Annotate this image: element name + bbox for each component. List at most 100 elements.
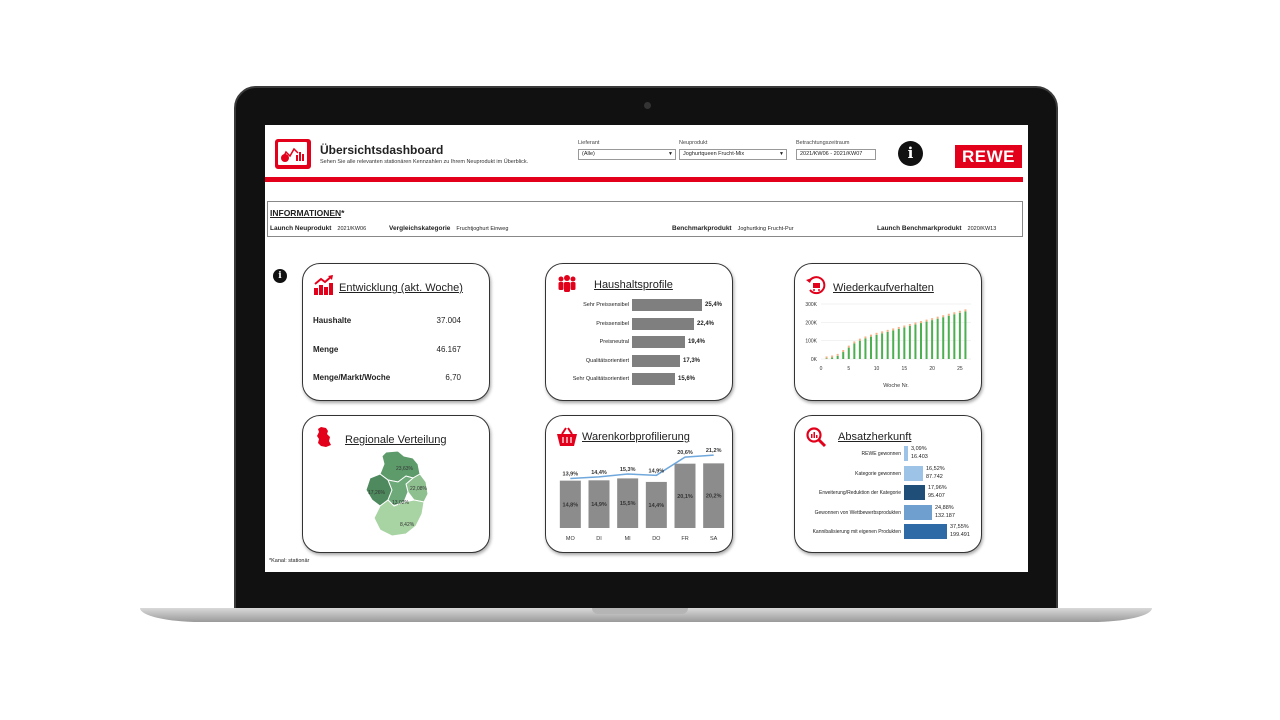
information-panel: INFORMATIONEN* Launch Neuprodukt 2021/KW0… [267, 201, 1023, 237]
ab-bar-abs: 16.403 [911, 454, 928, 460]
wk-bar-top [953, 312, 956, 315]
hh-bar-value: 17,3% [683, 357, 701, 364]
wb-day-label: FR [681, 536, 688, 542]
wk-bar [864, 338, 867, 359]
card-regional-title: Regionale Verteilung [345, 434, 447, 446]
ab-bar-abs: 132.187 [935, 512, 955, 519]
wk-bar-top [858, 338, 861, 341]
ab-bar-abs: 87.742 [926, 473, 943, 480]
dropdown-arrow-icon: ▼ [779, 151, 784, 157]
filter-neuprodukt-label: Neuprodukt [679, 140, 708, 146]
ab-bar [904, 524, 947, 539]
wk-bar-top [886, 329, 889, 332]
wk-bar [825, 358, 828, 359]
launch-neuprodukt: Launch Neuprodukt 2021/KW06 [270, 225, 367, 232]
wk-bar-top [847, 345, 850, 348]
wk-bar-top [897, 326, 900, 329]
kv-menge-label: Menge [313, 345, 339, 354]
kv-menge-value: 46.167 [436, 345, 461, 354]
card-entwicklung[interactable]: Entwicklung (akt. Woche) Haushalte 37.00… [302, 263, 490, 401]
card-regional[interactable]: Regionale Verteilung 23,63% 17,26% 22,08… [302, 415, 490, 553]
kv-menge-markt-woche-label: Menge/Markt/Woche [313, 373, 391, 382]
card-wiederkauf[interactable]: Wiederkaufverhalten 0K 100K 200K 300K 0 5 10 1… [794, 263, 982, 401]
info-icon-small[interactable]: i [273, 269, 287, 283]
wk-bar [886, 331, 889, 359]
wb-line-label: 21,2% [706, 448, 722, 454]
hh-bar-label: Preissensibel [596, 320, 629, 327]
wb-bar-label: 14,8% [563, 502, 579, 508]
wk-ytick: 300K [805, 302, 817, 308]
hh-bar-value: 22,4% [697, 320, 715, 327]
wk-ytick: 0K [811, 357, 818, 363]
wk-bar [931, 320, 934, 359]
hh-bar-label: Qualitätsorientiert [585, 357, 629, 364]
wb-bar-label: 20,1% [677, 494, 693, 500]
filter-zeitraum-label: Betrachtungszeitraum [796, 140, 850, 146]
ab-bar-pct: 16,52% [926, 465, 945, 472]
filter-lieferant-select[interactable]: (Alle) ▼ [578, 149, 676, 160]
filter-lieferant-value: (Alle) [582, 151, 595, 157]
filter-lieferant-label: Lieferant [578, 140, 600, 146]
wk-bar-top [908, 324, 911, 326]
region-label-5: 8,42% [400, 522, 415, 528]
ab-bar [904, 485, 925, 500]
kv-haushalte-value: 37.004 [436, 316, 461, 325]
wk-bar [853, 343, 856, 359]
wk-bar [875, 334, 878, 359]
wk-xtick: 5 [847, 366, 850, 372]
wk-bar-top [947, 313, 950, 316]
launch-benchmarkprodukt: Launch Benchmarkprodukt 2020/KW13 [877, 225, 997, 232]
wk-bar-top [881, 331, 884, 334]
header-divider [265, 177, 1023, 182]
dashboard-screen: Übersichtsdashboard Sehen Sie alle relev… [265, 125, 1028, 572]
card-entwicklung-title: Entwicklung (akt. Woche) [339, 282, 463, 294]
region-label-1: 23,63% [396, 466, 414, 472]
info-icon[interactable]: i [898, 141, 923, 166]
region-label-3: 22,08% [410, 486, 428, 492]
wk-xtick: 10 [874, 366, 880, 372]
filter-neuprodukt-select[interactable]: Joghurtqueen Frucht-Mix ▼ [679, 149, 787, 160]
hh-bar-value: 25,4% [705, 302, 723, 308]
wb-day-label: DO [652, 536, 661, 542]
wb-line-label: 20,6% [677, 450, 693, 456]
wk-ytick: 200K [805, 320, 817, 326]
card-warenkorb-title: Warenkorbprofilierung [582, 431, 690, 443]
wk-bar-top [920, 321, 922, 324]
wk-bar [914, 324, 917, 359]
ab-bar-abs: 95.407 [928, 493, 945, 499]
wb-bar-label: 20,2% [706, 494, 722, 500]
wk-bar-top [931, 318, 934, 321]
germany-map: 23,63% 17,26% 22,08% 13,02% 8,42% [365, 450, 429, 537]
wb-bar-label: 15,5% [620, 501, 636, 507]
camera [644, 102, 651, 109]
hh-bar [632, 299, 702, 311]
wk-bar-top [831, 355, 834, 358]
wk-bar-top [964, 309, 967, 312]
filter-zeitraum-value: 2021/KW06 - 2021/KW07 [800, 151, 863, 157]
wb-line-label: 14,4% [591, 470, 607, 476]
filter-zeitraum-input[interactable]: 2021/KW06 - 2021/KW07 [796, 149, 876, 160]
wb-day-label: DI [596, 536, 602, 542]
ab-bar-label: Kategorie gewonnen [855, 470, 901, 477]
card-absatz[interactable]: Absatzherkunft REWE gewonnen 3,09% 16.403 K… [794, 415, 982, 553]
card-warenkorb[interactable]: Warenkorbprofilierung 14,8% MO 13,9% 14,9% D… [545, 415, 733, 553]
wk-bar [953, 314, 956, 359]
wk-xtick: 20 [929, 366, 935, 372]
ab-bar [904, 446, 908, 461]
wk-bar [892, 330, 895, 359]
wb-day-label: MO [566, 536, 576, 542]
growth-chart-icon [314, 275, 333, 295]
hh-bar-value: 19,4% [688, 339, 706, 345]
wk-bar-top [925, 319, 928, 322]
germany-map-icon [317, 427, 331, 447]
hh-bar-label: Sehr Qualitätsorientiert [572, 376, 629, 382]
laptop-notch [592, 608, 688, 614]
wb-day-label: MI [625, 536, 632, 542]
hh-bar [632, 336, 685, 348]
hh-bar-label: Sehr Preissensibel [583, 302, 629, 308]
ab-bar-pct: 17,96% [928, 485, 947, 491]
card-haushaltsprofile[interactable]: Haushaltsprofile Sehr Preissensibel 25,4%… [545, 263, 733, 401]
ab-bar-label: REWE gewonnen [861, 451, 901, 457]
hh-bar-label: Preisneutral [599, 339, 629, 345]
ab-bar-label: Gewonnen von Wettbewerbsprodukten [814, 509, 901, 516]
